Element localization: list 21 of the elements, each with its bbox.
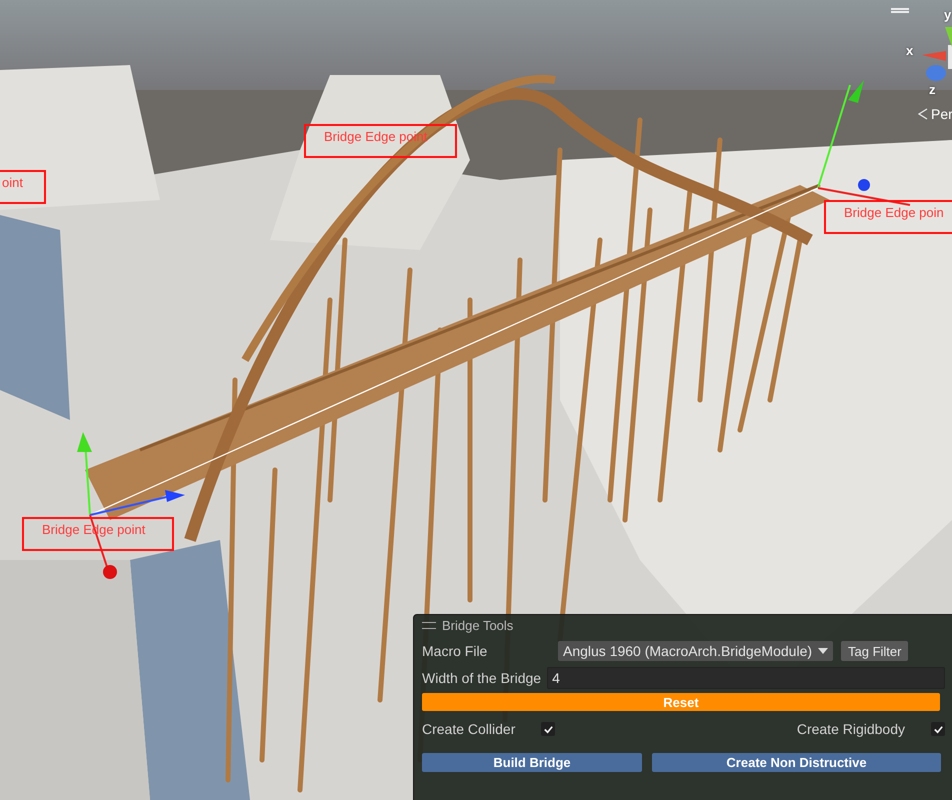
chevron-left-icon (918, 108, 928, 120)
dropdown-caret-icon (818, 648, 828, 654)
tag-filter-button[interactable]: Tag Filter (841, 641, 908, 661)
edge-point-label: Bridge Edge poin (824, 200, 952, 234)
macro-file-dropdown[interactable]: Anglus 1960 (MacroArch.BridgeModule) (558, 641, 834, 661)
field-label: Macro File (422, 643, 488, 659)
axis-label: y (944, 7, 952, 22)
checkbox[interactable] (541, 722, 556, 736)
axis-label: x (906, 43, 914, 58)
checkbox[interactable] (931, 722, 945, 736)
width-input-field[interactable]: 4 (547, 667, 945, 689)
menu-icon[interactable] (891, 8, 909, 13)
action-button[interactable]: Create Non Distructive (652, 753, 941, 772)
drag-handle-icon[interactable] (422, 622, 436, 628)
field-label: Width of the Bridge (422, 670, 542, 686)
action-button[interactable]: Build Bridge (422, 753, 642, 772)
panel-title: Bridge Tools (442, 618, 514, 632)
toggle-label: Create Collider (422, 721, 516, 737)
axis-label: z (929, 82, 936, 97)
toggle-label: Create Rigidbody (796, 721, 905, 737)
edge-point-label: oint (0, 170, 46, 204)
